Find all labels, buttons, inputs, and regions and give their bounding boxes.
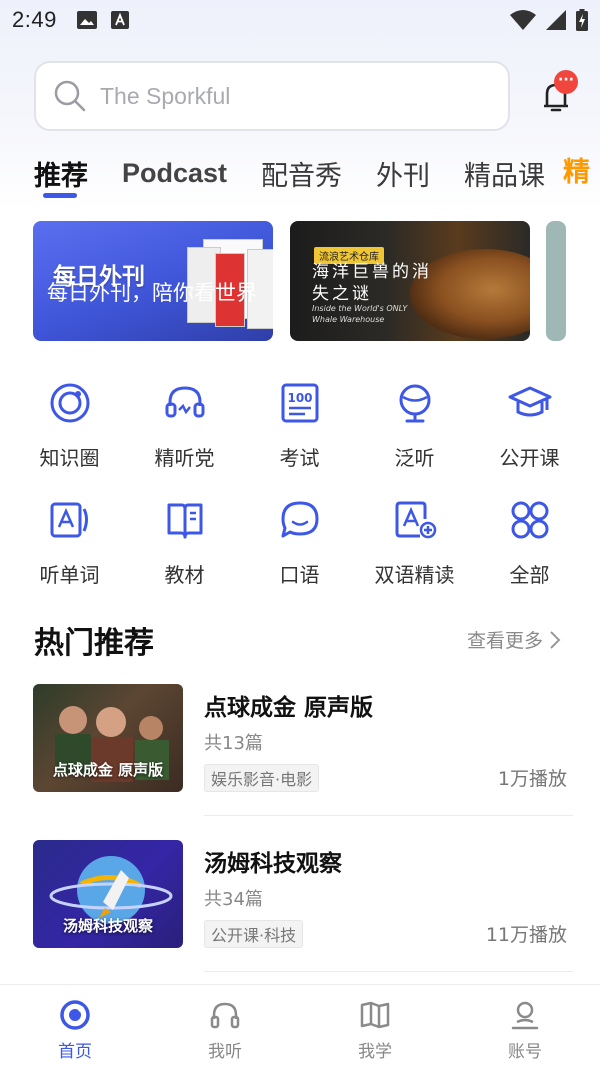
item-plays: 1万播放 xyxy=(497,768,567,790)
nav-learn[interactable]: 我学 xyxy=(300,985,450,1066)
nav-label: 我听 xyxy=(208,1042,242,1062)
chat-bubble-icon xyxy=(281,501,318,538)
category-listen-words[interactable]: 听单词 xyxy=(12,497,127,588)
banner-1-caption: 每日外刊，陪你看世界 xyxy=(47,281,257,305)
battery-icon xyxy=(576,9,588,31)
tab-recommend[interactable]: 推荐 xyxy=(34,154,88,193)
category-speaking[interactable]: 口语 xyxy=(242,497,357,588)
wifi-icon xyxy=(510,10,536,30)
category-label: 考试 xyxy=(279,446,320,470)
category-bilingual-reading[interactable]: 双语精读 xyxy=(357,497,472,588)
item-title: 点球成金 原声版 xyxy=(204,695,374,721)
item-tag: 公开课·科技 xyxy=(204,920,304,948)
category-all[interactable]: 全部 xyxy=(472,497,587,588)
nav-label: 首页 xyxy=(58,1042,92,1062)
category-label: 全部 xyxy=(509,563,550,587)
globe-icon xyxy=(399,384,430,423)
tab-premium-course[interactable]: 精品课 xyxy=(464,154,545,193)
image-icon xyxy=(76,11,97,29)
nav-home[interactable]: 首页 xyxy=(0,985,150,1066)
svg-text:100: 100 xyxy=(287,391,312,405)
headphones-icon xyxy=(210,1002,240,1029)
nav-listen[interactable]: 我听 xyxy=(150,985,300,1066)
nav-account[interactable]: 账号 xyxy=(450,985,600,1066)
banner-peek[interactable] xyxy=(546,221,566,341)
banner-daily-magazine[interactable]: 每日外刊 每日外刊，陪你看世界 xyxy=(33,221,273,341)
item-tag: 娱乐影音·电影 xyxy=(204,764,320,792)
category-knowledge-circle[interactable]: 知识圈 xyxy=(12,380,127,471)
category-label: 公开课 xyxy=(499,446,560,470)
active-tab-indicator xyxy=(43,193,77,198)
circle-target-icon xyxy=(50,383,89,423)
bottom-nav: 首页 我听 我学 账号 xyxy=(0,984,600,1066)
divider xyxy=(204,971,573,972)
graduation-cap-icon xyxy=(508,386,551,417)
notification-badge: ··· xyxy=(554,70,578,94)
open-book-icon xyxy=(360,1001,390,1029)
tab-podcast[interactable]: Podcast xyxy=(122,158,227,189)
item-title: 汤姆科技观察 xyxy=(204,851,342,877)
category-label: 精听党 xyxy=(154,446,215,470)
exam-100-icon: 100 xyxy=(281,383,318,423)
category-tabs: 推荐 Podcast 配音秀 外刊 精品课 xyxy=(34,148,579,198)
category-exam[interactable]: 100 考试 xyxy=(242,380,357,471)
book-icon xyxy=(167,503,202,539)
section-title: 热门推荐 xyxy=(34,626,154,661)
category-label: 泛听 xyxy=(394,446,435,470)
divider xyxy=(204,815,573,816)
font-icon xyxy=(110,11,129,29)
see-more-label: 查看更多 xyxy=(467,630,544,652)
tab-promo[interactable]: 精 xyxy=(563,150,590,189)
search-placeholder: The Sporkful xyxy=(100,82,231,109)
item-plays: 11万播放 xyxy=(485,924,567,946)
banner-2-subtitle: Inside the World's ONLY Whale Warehouse xyxy=(312,304,408,324)
banner-2-title: 海洋巨兽的消失之谜 xyxy=(312,262,432,304)
tab-magazine[interactable]: 外刊 xyxy=(376,154,430,193)
home-icon xyxy=(60,1000,90,1030)
category-intensive-listening[interactable]: 精听党 xyxy=(127,380,242,471)
list-item[interactable]: 点球成金 原声版 点球成金 原声版 共13篇 娱乐影音·电影 1万播放 xyxy=(33,684,573,819)
category-label: 教材 xyxy=(164,563,205,587)
category-open-course[interactable]: 公开课 xyxy=(472,380,587,471)
category-grid: 知识圈 精听党 100 考试 泛听 公开课 听单词 教材 口语 双语精读 全部 xyxy=(12,380,588,588)
chevron-right-icon xyxy=(550,630,561,649)
thumbnail-caption: 点球成金 原声版 xyxy=(52,761,164,779)
word-card-icon xyxy=(50,502,88,538)
category-label: 双语精读 xyxy=(374,563,455,587)
nav-label: 我学 xyxy=(358,1042,392,1062)
nav-label: 账号 xyxy=(508,1042,542,1062)
bilingual-read-icon xyxy=(395,501,436,539)
see-more-link[interactable]: 查看更多 xyxy=(467,626,561,653)
thumbnail-image: 汤姆科技观察 xyxy=(33,840,183,948)
user-icon xyxy=(511,1001,539,1030)
item-count: 共34篇 xyxy=(204,889,263,910)
banner-whale[interactable]: 流浪艺术仓库 海洋巨兽的消失之谜 Inside the World's ONLY… xyxy=(290,221,530,341)
headphones-icon xyxy=(165,386,204,418)
search-input[interactable]: The Sporkful xyxy=(34,61,510,131)
tab-dubbing[interactable]: 配音秀 xyxy=(261,154,342,193)
search-icon xyxy=(54,80,86,112)
category-textbook[interactable]: 教材 xyxy=(127,497,242,588)
list-item[interactable]: 汤姆科技观察 汤姆科技观察 共34篇 公开课·科技 11万播放 xyxy=(33,840,573,975)
category-extensive-listening[interactable]: 泛听 xyxy=(357,380,472,471)
signal-icon xyxy=(546,10,566,30)
thumbnail-image: 点球成金 原声版 xyxy=(33,684,183,792)
grid-all-icon xyxy=(511,501,548,539)
status-bar: 2:49 xyxy=(0,0,600,40)
thumbnail-caption: 汤姆科技观察 xyxy=(62,917,153,935)
status-time: 2:49 xyxy=(12,7,57,32)
category-label: 口语 xyxy=(279,563,320,587)
category-label: 知识圈 xyxy=(39,446,100,470)
category-label: 听单词 xyxy=(39,563,100,587)
item-count: 共13篇 xyxy=(204,733,263,754)
